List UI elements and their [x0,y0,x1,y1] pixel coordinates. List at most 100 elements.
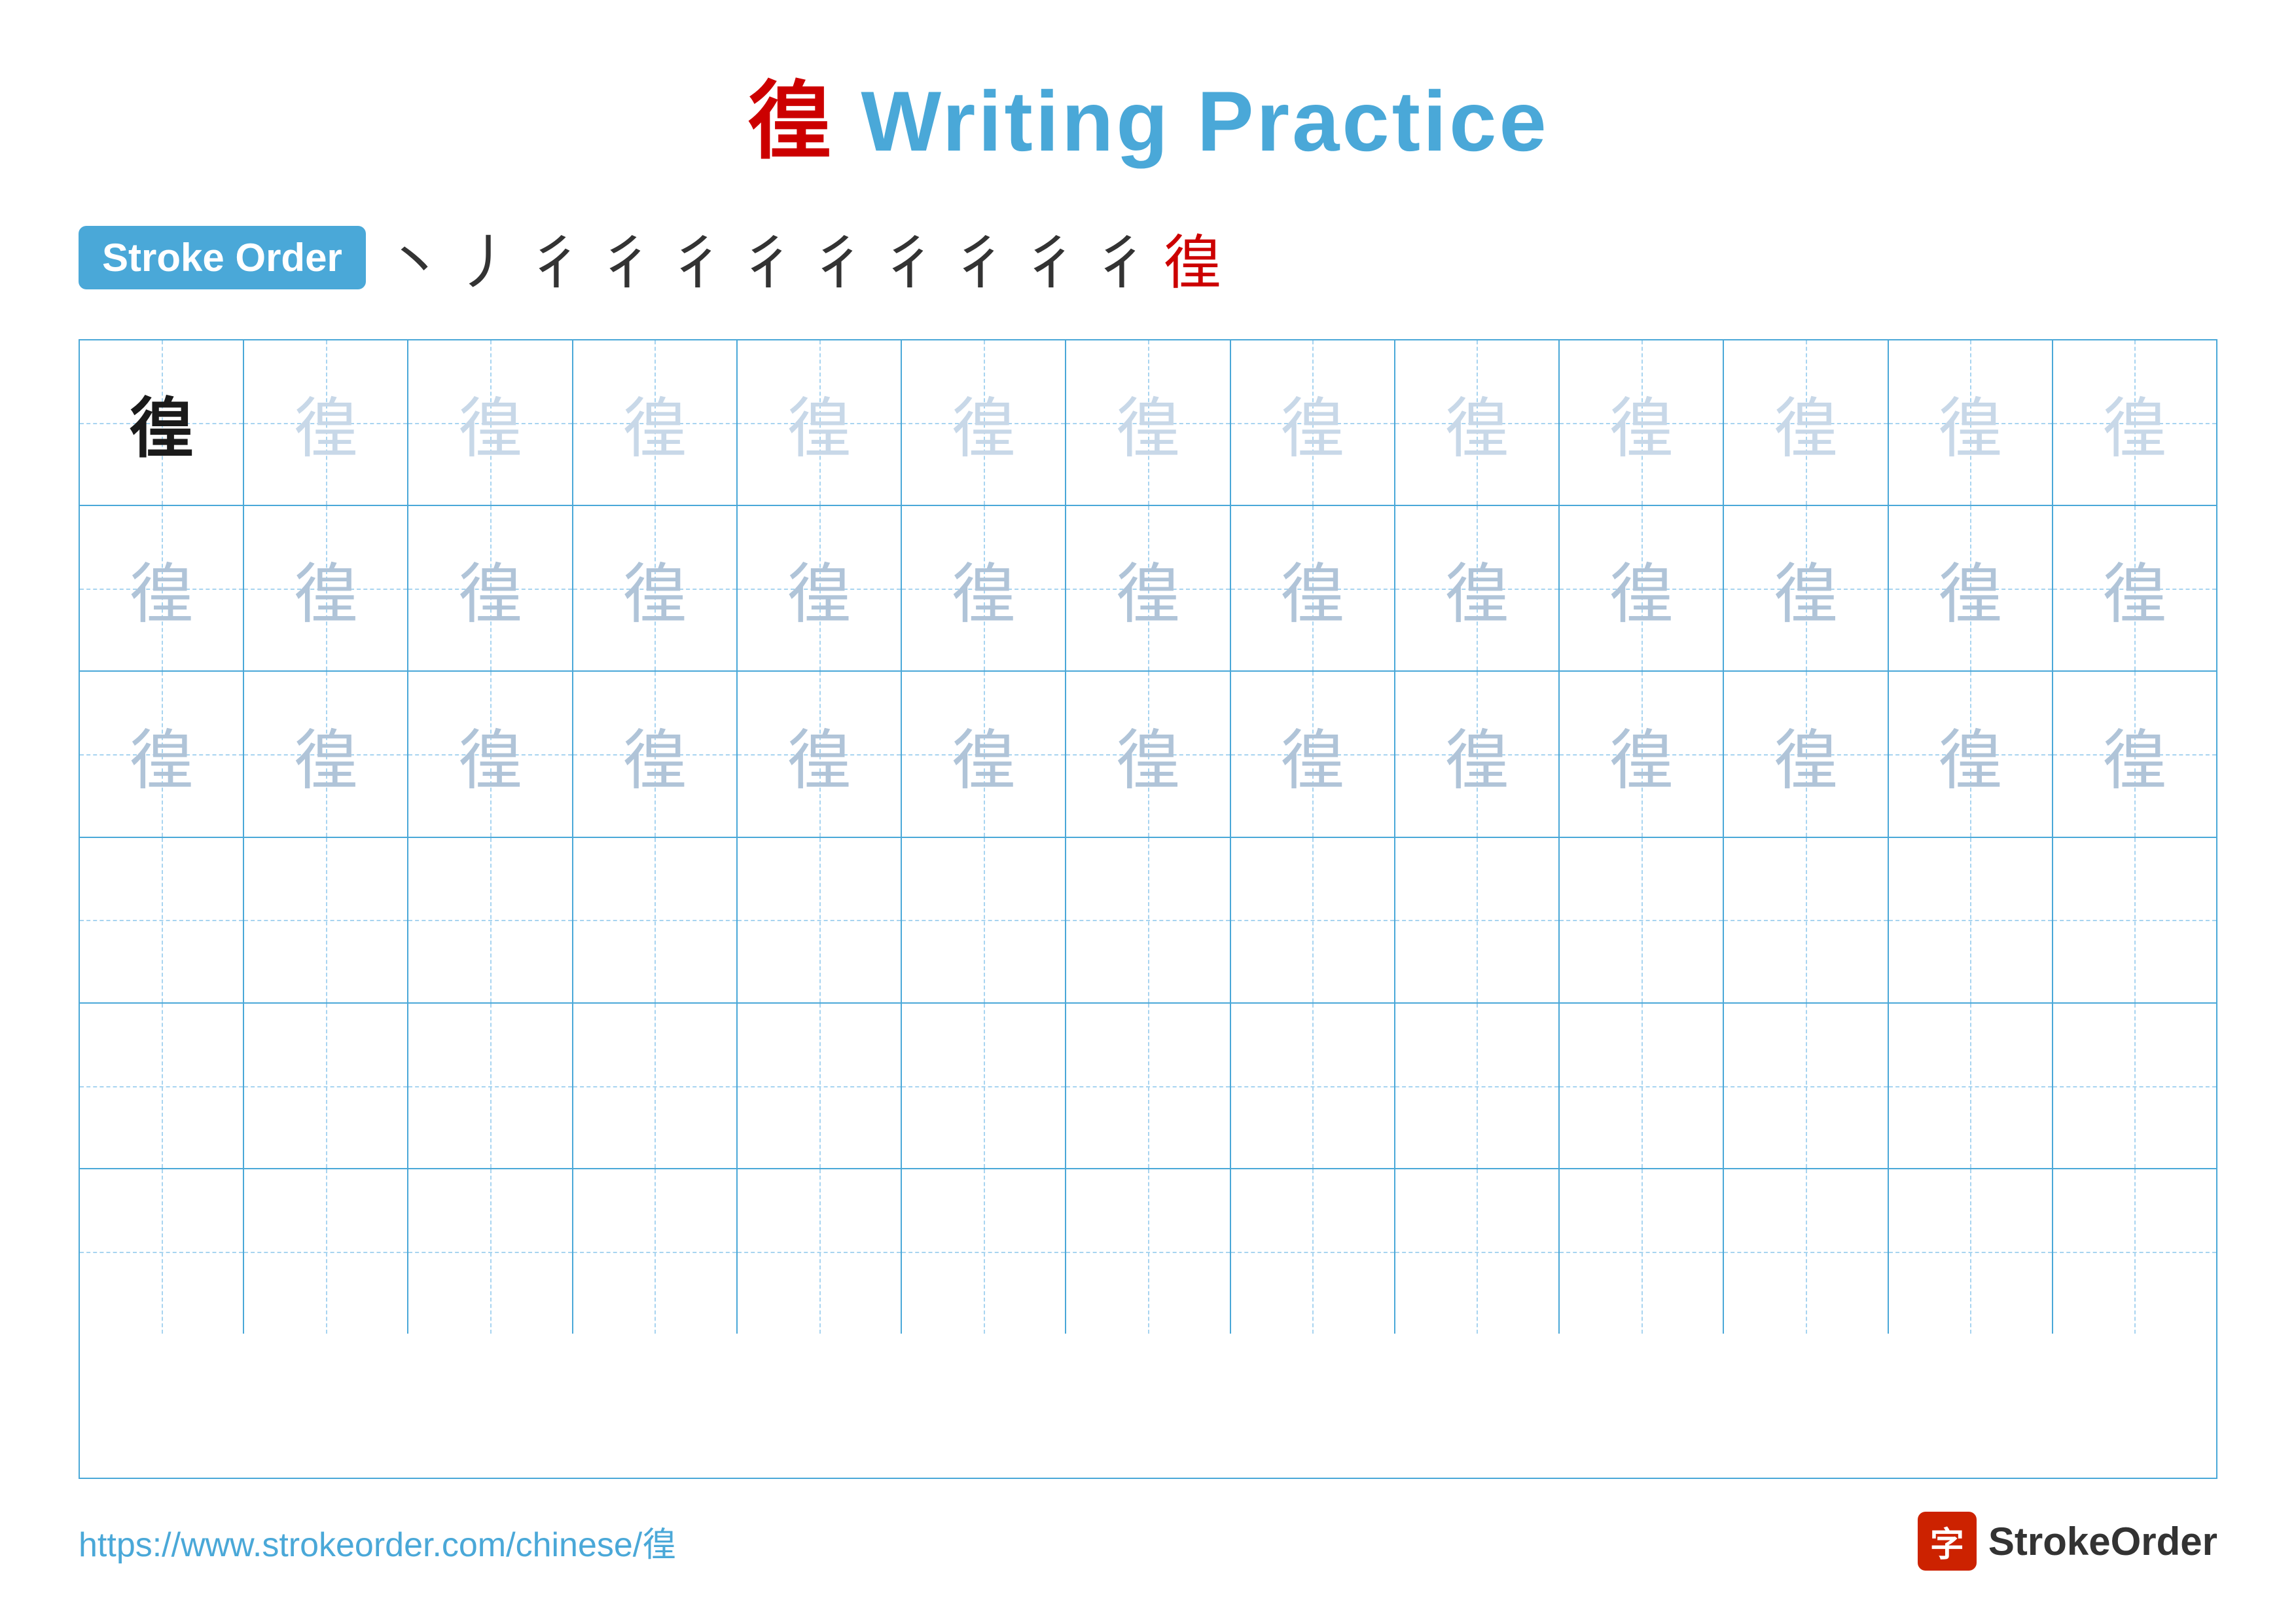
grid-cell[interactable]: 徨 [244,340,408,505]
grid-cell[interactable] [408,1004,573,1168]
grid-cell[interactable] [244,1169,408,1334]
grid-cell[interactable] [408,1169,573,1334]
grid-cell[interactable] [2053,1004,2216,1168]
grid-cell[interactable]: 徨 [80,340,244,505]
grid-row [80,1169,2216,1334]
grid-cell[interactable] [408,838,573,1002]
cell-character: 徨 [1937,707,2003,802]
grid-cell[interactable]: 徨 [1231,340,1395,505]
cell-character: 徨 [1609,375,1674,470]
cell-character: 徨 [1609,707,1674,802]
grid-cell[interactable] [80,1169,244,1334]
grid-cell[interactable]: 徨 [1889,340,2053,505]
grid-row [80,1004,2216,1169]
grid-cell[interactable]: 徨 [738,506,902,670]
grid-cell[interactable]: 徨 [573,506,738,670]
grid-cell[interactable] [1231,1169,1395,1334]
grid-cell[interactable]: 徨 [408,506,573,670]
grid-cell[interactable] [1889,1169,2053,1334]
grid-cell[interactable] [1066,838,1230,1002]
grid-cell[interactable] [902,1004,1066,1168]
grid-cell[interactable]: 徨 [1560,340,1724,505]
grid-cell[interactable] [1724,838,1888,1002]
cell-character: 徨 [1115,375,1181,470]
grid-cell[interactable]: 徨 [2053,340,2216,505]
grid-cell[interactable] [738,1004,902,1168]
grid-cell[interactable] [1395,1169,1560,1334]
grid-cell[interactable] [80,838,244,1002]
grid-cell[interactable] [2053,838,2216,1002]
grid-cell[interactable]: 徨 [1724,506,1888,670]
grid-cell[interactable]: 徨 [80,506,244,670]
cell-character: 徨 [1773,541,1839,636]
grid-cell[interactable]: 徨 [573,340,738,505]
grid-cell[interactable] [573,1169,738,1334]
grid-cell[interactable] [1231,838,1395,1002]
grid-cell[interactable]: 徨 [1560,672,1724,836]
grid-cell[interactable]: 徨 [1889,672,2053,836]
grid-cell[interactable]: 徨 [1724,672,1888,836]
cell-character: 徨 [129,541,194,636]
footer-url[interactable]: https://www.strokeorder.com/chinese/徨 [79,1517,676,1566]
grid-cell[interactable] [80,1004,244,1168]
grid-cell[interactable] [1560,1004,1724,1168]
grid-cell[interactable]: 徨 [902,672,1066,836]
grid-cell[interactable] [2053,1169,2216,1334]
grid-cell[interactable]: 徨 [738,672,902,836]
grid-cell[interactable] [1724,1004,1888,1168]
grid-cell[interactable] [1395,1004,1560,1168]
cell-character: 徨 [2102,541,2167,636]
grid-cell[interactable]: 徨 [244,506,408,670]
grid-cell[interactable] [1066,1004,1230,1168]
grid-cell[interactable]: 徨 [1231,506,1395,670]
cell-character: 徨 [1115,707,1181,802]
grid-cell[interactable]: 徨 [1560,506,1724,670]
grid-cell[interactable] [1560,1169,1724,1334]
writing-grid[interactable]: 徨徨徨徨徨徨徨徨徨徨徨徨徨徨徨徨徨徨徨徨徨徨徨徨徨徨徨徨徨徨徨徨徨徨徨徨徨徨徨 [79,339,2217,1479]
grid-cell[interactable] [244,838,408,1002]
grid-cell[interactable] [902,838,1066,1002]
grid-cell[interactable]: 徨 [408,672,573,836]
grid-cell[interactable]: 徨 [1395,506,1560,670]
grid-cell[interactable] [738,838,902,1002]
grid-cell[interactable] [244,1004,408,1168]
grid-cell[interactable]: 徨 [902,506,1066,670]
grid-cell[interactable]: 徨 [408,340,573,505]
stroke-sequence: 丶 丿 彳 彳 彳 彳 彳 彳 彳 彳 彳 徨 [386,215,1222,300]
cell-character: 徨 [129,375,194,470]
grid-cell[interactable]: 徨 [1395,340,1560,505]
grid-cell[interactable]: 徨 [1066,506,1230,670]
grid-cell[interactable]: 徨 [1066,672,1230,836]
grid-cell[interactable]: 徨 [573,672,738,836]
grid-cell[interactable]: 徨 [1395,672,1560,836]
cell-character: 徨 [622,707,687,802]
grid-cell[interactable] [738,1169,902,1334]
grid-cell[interactable]: 徨 [1724,340,1888,505]
grid-cell[interactable] [573,1004,738,1168]
grid-row [80,838,2216,1004]
title-character: 徨 [747,73,834,169]
grid-cell[interactable]: 徨 [902,340,1066,505]
grid-cell[interactable] [1889,838,2053,1002]
grid-cell[interactable] [1560,838,1724,1002]
grid-cell[interactable] [1395,838,1560,1002]
grid-cell[interactable] [902,1169,1066,1334]
grid-cell[interactable]: 徨 [1889,506,2053,670]
grid-cell[interactable]: 徨 [2053,672,2216,836]
cell-character: 徨 [1444,707,1509,802]
grid-cell[interactable]: 徨 [738,340,902,505]
grid-cell[interactable]: 徨 [80,672,244,836]
cell-character: 徨 [787,541,852,636]
grid-cell[interactable]: 徨 [244,672,408,836]
grid-cell[interactable] [573,838,738,1002]
cell-character: 徨 [2102,707,2167,802]
grid-cell[interactable] [1066,1169,1230,1334]
stroke-order-row: Stroke Order 丶 丿 彳 彳 彳 彳 彳 彳 彳 彳 彳 徨 [79,215,2217,300]
grid-cell[interactable]: 徨 [1231,672,1395,836]
grid-cell[interactable] [1889,1004,2053,1168]
grid-cell[interactable]: 徨 [2053,506,2216,670]
cell-character: 徨 [1609,541,1674,636]
grid-cell[interactable]: 徨 [1066,340,1230,505]
grid-cell[interactable] [1231,1004,1395,1168]
grid-cell[interactable] [1724,1169,1888,1334]
